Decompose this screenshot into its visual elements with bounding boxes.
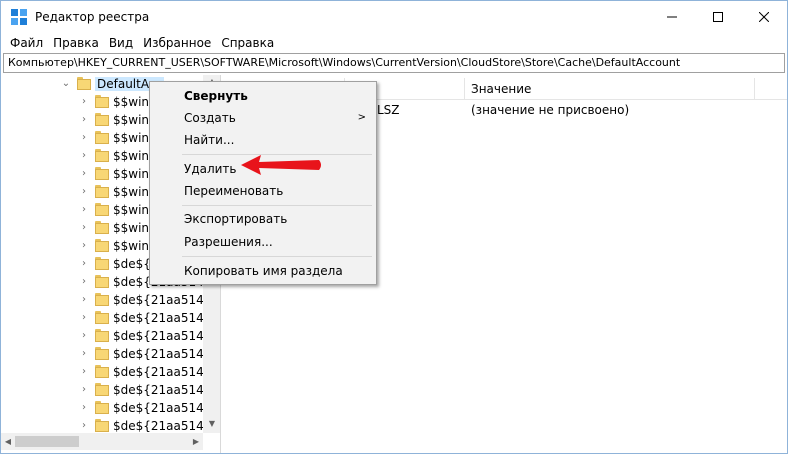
folder-icon: [95, 347, 109, 360]
menu-item-find[interactable]: Найти...: [150, 129, 376, 151]
menu-item-permissions[interactable]: Разрешения...: [150, 231, 376, 253]
chevron-right-icon[interactable]: ›: [79, 96, 89, 108]
folder-icon: [95, 365, 109, 378]
chevron-right-icon[interactable]: ›: [79, 150, 89, 162]
chevron-right-icon[interactable]: ›: [79, 204, 89, 216]
context-menu: Свернуть Создать > Найти... Удалить Пере…: [149, 81, 377, 285]
folder-icon: [95, 401, 109, 414]
tree-item[interactable]: ›$de${21aa514a-c: [1, 291, 219, 309]
horizontal-scroll-thumb[interactable]: [15, 436, 79, 447]
folder-icon: [95, 329, 109, 342]
menu-separator: [182, 205, 372, 206]
tree-item[interactable]: ›$de${21aa514a-c: [1, 399, 219, 417]
address-bar[interactable]: Компьютер\HKEY_CURRENT_USER\SOFTWARE\Mic…: [3, 53, 785, 73]
folder-icon: [95, 113, 109, 126]
folder-icon: [77, 77, 91, 90]
value-data-cell[interactable]: (значение не присвоено): [471, 103, 629, 117]
tree-item[interactable]: ›$de${21aa514a-c: [1, 309, 219, 327]
chevron-right-icon[interactable]: ›: [79, 186, 89, 198]
chevron-right-icon[interactable]: ›: [79, 240, 89, 252]
folder-icon: [95, 257, 109, 270]
menu-separator: [182, 256, 372, 257]
chevron-right-icon[interactable]: ›: [79, 168, 89, 180]
folder-icon: [95, 293, 109, 306]
scroll-right-icon[interactable]: ▶: [189, 437, 203, 446]
folder-icon: [95, 149, 109, 162]
tree-item[interactable]: ›$de${21aa514a-c: [1, 381, 219, 399]
chevron-right-icon[interactable]: ›: [79, 384, 89, 396]
folder-icon: [95, 185, 109, 198]
close-button[interactable]: [741, 1, 787, 33]
tree-item[interactable]: ›$de${21aa514a-c: [1, 327, 219, 345]
menu-item-create[interactable]: Создать >: [150, 107, 376, 129]
tree-item[interactable]: ›$de${21aa514a-c: [1, 363, 219, 381]
chevron-right-icon[interactable]: ›: [79, 132, 89, 144]
menu-favorites[interactable]: Избранное: [138, 33, 216, 53]
menu-item-rename[interactable]: Переименовать: [150, 180, 376, 202]
folder-icon: [95, 167, 109, 180]
registry-editor-icon: [11, 9, 27, 25]
menu-item-export[interactable]: Экспортировать: [150, 208, 376, 230]
menu-item-create-label: Создать: [184, 111, 236, 125]
folder-icon: [95, 239, 109, 252]
title-bar: Редактор реестра: [1, 1, 787, 33]
column-value-header[interactable]: Значение: [465, 78, 755, 100]
menu-bar: Файл Правка Вид Избранное Справка: [1, 33, 787, 53]
scroll-left-icon[interactable]: ◀: [1, 437, 15, 446]
chevron-right-icon[interactable]: ›: [79, 114, 89, 126]
folder-icon: [95, 203, 109, 216]
menu-item-copy-key-name[interactable]: Копировать имя раздела: [150, 260, 376, 282]
tree-horizontal-scrollbar[interactable]: ◀ ▶: [1, 433, 203, 450]
minimize-button[interactable]: [649, 1, 695, 33]
chevron-right-icon[interactable]: ›: [79, 330, 89, 342]
chevron-right-icon[interactable]: ›: [79, 402, 89, 414]
red-pointer-arrow-icon: [241, 155, 321, 175]
chevron-right-icon[interactable]: ›: [79, 258, 89, 270]
chevron-right-icon[interactable]: ›: [79, 222, 89, 234]
chevron-right-icon[interactable]: ›: [79, 312, 89, 324]
chevron-right-icon[interactable]: ›: [79, 294, 89, 306]
maximize-button[interactable]: [695, 1, 741, 33]
folder-icon: [95, 95, 109, 108]
value-type-cell[interactable]: LSZ: [377, 103, 400, 117]
menu-edit[interactable]: Правка: [48, 33, 104, 53]
minimize-icon: [667, 16, 677, 18]
menu-help[interactable]: Справка: [216, 33, 279, 53]
menu-view[interactable]: Вид: [104, 33, 138, 53]
folder-icon: [95, 419, 109, 432]
chevron-down-icon[interactable]: ⌄: [61, 78, 71, 90]
chevron-right-icon[interactable]: ›: [79, 276, 89, 288]
chevron-right-icon[interactable]: ›: [79, 366, 89, 378]
tree-item[interactable]: ›$de${21aa514a-c: [1, 345, 219, 363]
menu-item-collapse[interactable]: Свернуть: [150, 85, 376, 107]
window-title: Редактор реестра: [35, 10, 150, 24]
folder-icon: [95, 131, 109, 144]
submenu-arrow-icon: >: [357, 112, 366, 123]
menu-file[interactable]: Файл: [5, 33, 48, 53]
folder-icon: [95, 275, 109, 288]
folder-icon: [95, 383, 109, 396]
folder-icon: [95, 221, 109, 234]
scroll-down-icon[interactable]: ▼: [205, 419, 219, 428]
chevron-right-icon[interactable]: ›: [79, 420, 89, 432]
registry-editor-window: Редактор реестра Файл Правка Вид Избранн…: [0, 0, 788, 454]
maximize-icon: [713, 12, 723, 22]
folder-icon: [95, 311, 109, 324]
chevron-right-icon[interactable]: ›: [79, 348, 89, 360]
close-icon: [759, 12, 769, 22]
